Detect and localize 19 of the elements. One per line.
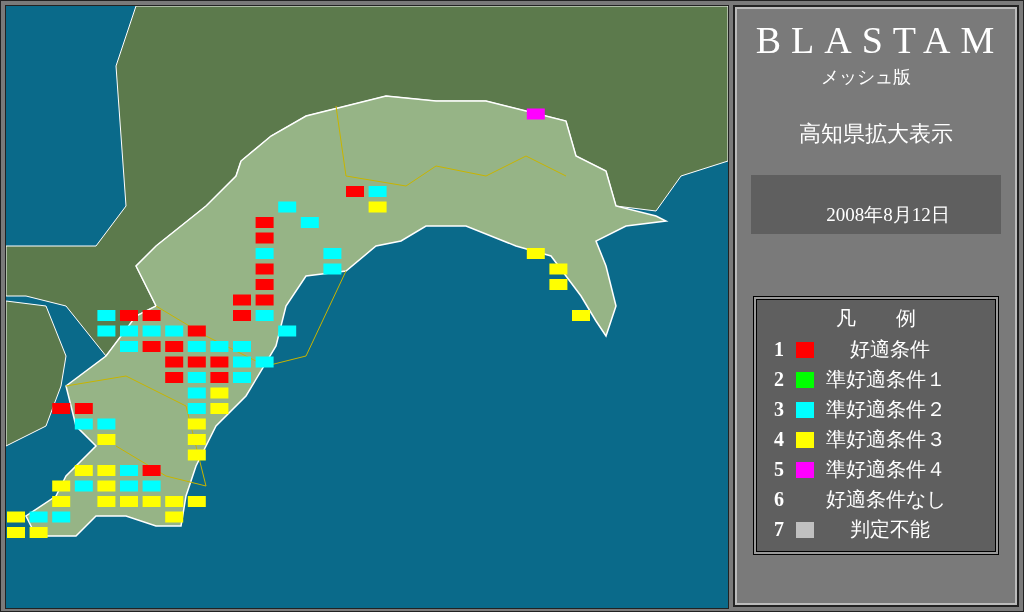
- legend-number: 2: [774, 368, 785, 391]
- app-title: BLASTAM: [755, 21, 1005, 59]
- legend-label: 準好適条件４: [826, 457, 946, 482]
- date-text: 2008年8月12日: [825, 203, 950, 227]
- legend-number: 1: [774, 338, 785, 361]
- region-title: 高知県拡大表示: [799, 120, 953, 148]
- legend-label: 準好適条件１: [826, 367, 946, 392]
- legend-label: 好適条件なし: [826, 487, 946, 512]
- legend-label: 判定不能: [849, 517, 930, 542]
- legend-number: 4: [774, 428, 785, 451]
- legend-label: 準好適条件３: [826, 427, 946, 452]
- legend-number: 3: [774, 398, 785, 421]
- legend-number: 5: [774, 458, 785, 481]
- app-subtitle: メッシュ版: [821, 66, 911, 89]
- legend-label: 好適条件: [849, 337, 930, 362]
- legend-number: 6: [774, 488, 785, 511]
- legend-heading: 凡 例: [835, 306, 917, 331]
- legend-label: 準好適条件２: [826, 397, 946, 422]
- legend-number: 7: [774, 518, 785, 541]
